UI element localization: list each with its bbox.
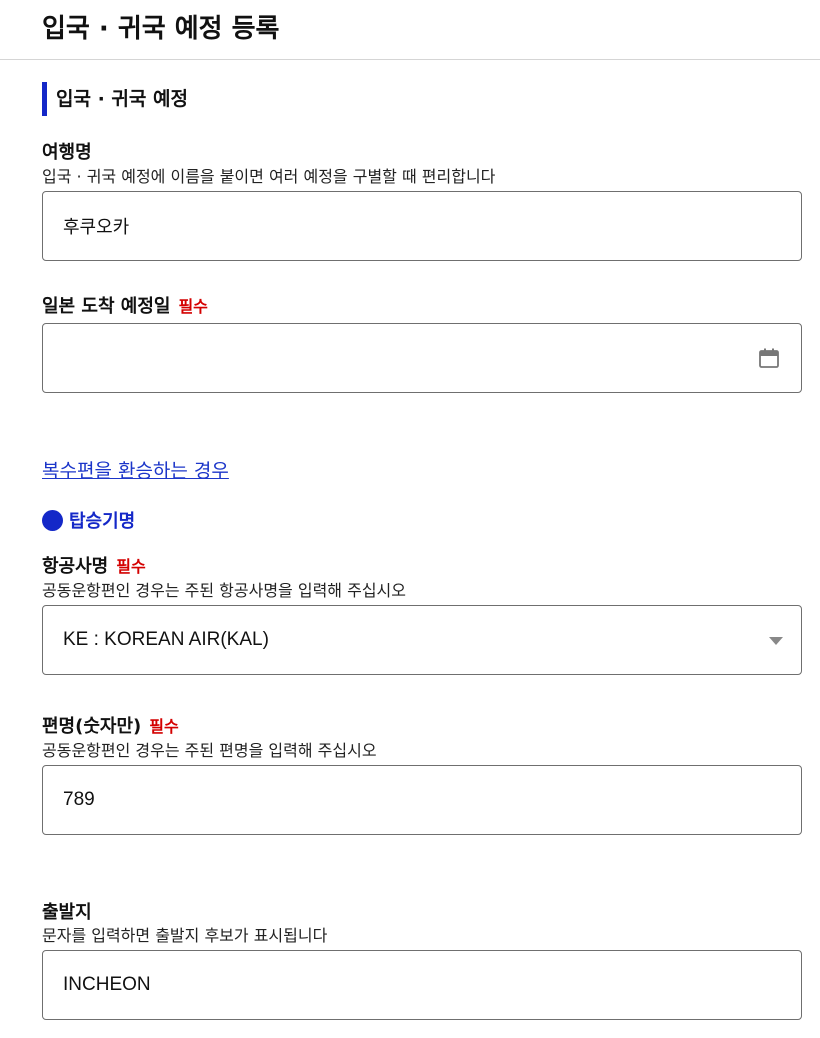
flight-number-input[interactable]: 789 bbox=[42, 765, 802, 835]
departure-input[interactable]: INCHEON bbox=[42, 950, 802, 1020]
airline-selected-value: KE : KOREAN AIR(KAL) bbox=[63, 629, 269, 650]
airline-select[interactable]: KE : KOREAN AIR(KAL) bbox=[42, 605, 802, 675]
required-badge: 필수 bbox=[178, 297, 208, 316]
arrival-date-input[interactable] bbox=[42, 323, 802, 393]
flight-subsection-title: 탑승기명 bbox=[69, 511, 136, 532]
departure-value: INCHEON bbox=[63, 974, 151, 995]
trip-name-value: 후쿠오카 bbox=[63, 217, 130, 238]
required-badge: 필수 bbox=[149, 717, 179, 736]
section-title: 입국 · 귀국 예정 bbox=[42, 82, 188, 116]
required-badge: 필수 bbox=[116, 557, 146, 576]
flight-number-hint: 공동운항편인 경우는 주된 편명을 입력해 주십시오 bbox=[42, 741, 377, 760]
airline-hint: 공동운항편인 경우는 주된 항공사명을 입력해 주십시오 bbox=[42, 581, 406, 600]
flight-subsection-header: 탑승기명 bbox=[42, 507, 135, 533]
flight-number-label: 편명(숫자만) 필수 bbox=[42, 716, 179, 737]
multi-flight-link[interactable]: 복수편을 환승하는 경우 bbox=[42, 456, 229, 483]
calendar-icon[interactable] bbox=[759, 348, 779, 368]
flight-number-value: 789 bbox=[63, 789, 95, 810]
trip-name-label: 여행명 bbox=[42, 142, 92, 163]
airline-label: 항공사명 필수 bbox=[42, 556, 146, 577]
departure-label: 출발지 bbox=[42, 902, 92, 923]
caret-down-icon[interactable] bbox=[769, 637, 783, 645]
bullet-dot-icon bbox=[42, 509, 63, 531]
arrival-date-label: 일본 도착 예정일 필수 bbox=[42, 296, 208, 317]
trip-name-hint: 입국 · 귀국 예정에 이름을 붙이면 여러 예정을 구별할 때 편리합니다 bbox=[42, 167, 496, 186]
trip-name-input[interactable]: 후쿠오카 bbox=[42, 191, 802, 261]
page-title: 입국 · 귀국 예정 등록 bbox=[42, 14, 280, 44]
departure-hint: 문자를 입력하면 출발지 후보가 표시됩니다 bbox=[42, 926, 328, 945]
